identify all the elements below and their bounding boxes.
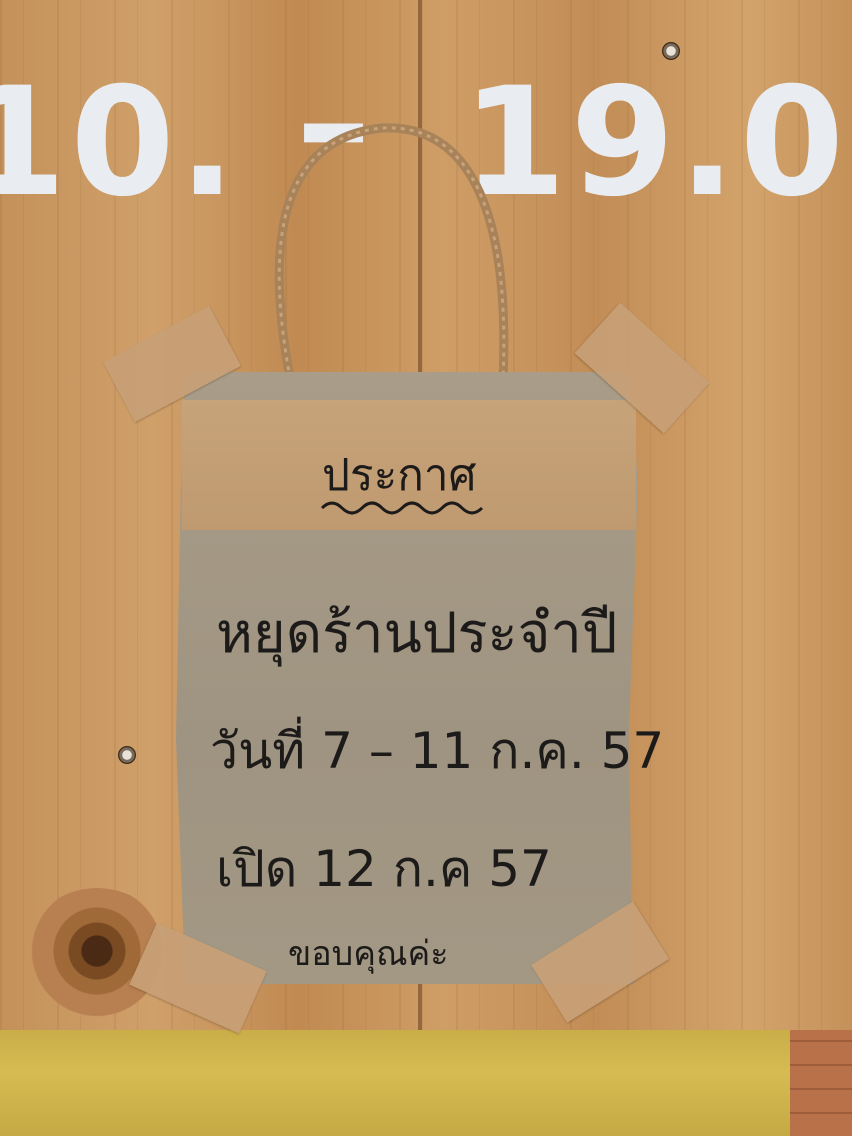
hours-open: 10. (0, 56, 240, 230)
yellow-base (0, 1030, 790, 1136)
tiled-floor (790, 1030, 852, 1136)
title-underline (320, 501, 484, 515)
notice-dates-line: วันที่ 7 – 11 ก.ค. 57 (210, 722, 665, 780)
screw-icon (118, 746, 136, 764)
notice-reopen-line: เปิด 12 ก.ค 57 (216, 840, 552, 898)
hours-close: 19.0 (462, 56, 849, 230)
notice-closure-line: หยุดร้านประจำปี (216, 601, 618, 666)
notice-thanks-line: ขอบคุณค่ะ (288, 934, 449, 974)
